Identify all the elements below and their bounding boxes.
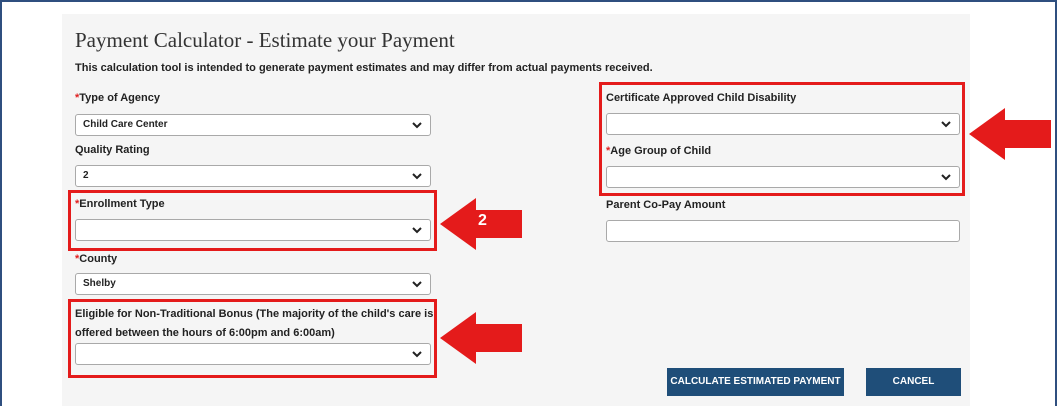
page-subtitle: This calculation tool is intended to gen… <box>75 62 653 74</box>
chevron-down-icon <box>941 121 951 128</box>
window-frame-left <box>0 0 2 406</box>
window-frame-top <box>0 0 1057 2</box>
county-select[interactable]: Shelby <box>75 273 431 295</box>
agency-type-label: *Type of Agency <box>75 92 160 104</box>
non-traditional-label-line2: offered between the hours of 6:00pm and … <box>75 327 335 339</box>
child-disability-label: Certificate Approved Child Disability <box>606 92 797 104</box>
calculate-estimated-payment-button[interactable]: CALCULATE ESTIMATED PAYMENT <box>667 368 844 396</box>
age-group-label: *Age Group of Child <box>606 145 712 157</box>
copay-input[interactable] <box>606 220 960 242</box>
chevron-down-icon <box>412 173 422 180</box>
enrollment-type-label: *Enrollment Type <box>75 198 165 210</box>
non-traditional-label-line1: Eligible for Non-Traditional Bonus (The … <box>75 308 434 320</box>
chevron-down-icon <box>412 351 422 358</box>
child-disability-select[interactable] <box>606 113 960 135</box>
agency-type-select[interactable]: Child Care Center <box>75 114 431 136</box>
county-label: *County <box>75 253 118 265</box>
non-traditional-select[interactable] <box>75 343 431 365</box>
enrollment-type-select[interactable] <box>75 219 431 241</box>
chevron-down-icon <box>941 174 951 181</box>
chevron-down-icon <box>412 122 422 129</box>
copay-label: Parent Co-Pay Amount <box>606 199 726 211</box>
page-title: Payment Calculator - Estimate your Payme… <box>75 28 455 52</box>
arrow-pointer-icon <box>969 108 1051 160</box>
cancel-button[interactable]: CANCEL <box>866 368 961 396</box>
chevron-down-icon <box>412 281 422 288</box>
arrow-pointer-icon <box>440 312 522 364</box>
quality-rating-select[interactable]: 2 <box>75 165 431 187</box>
chevron-down-icon <box>412 227 422 234</box>
quality-rating-label: Quality Rating <box>75 144 150 156</box>
age-group-select[interactable] <box>606 166 960 188</box>
step-number: 2 <box>478 212 487 229</box>
